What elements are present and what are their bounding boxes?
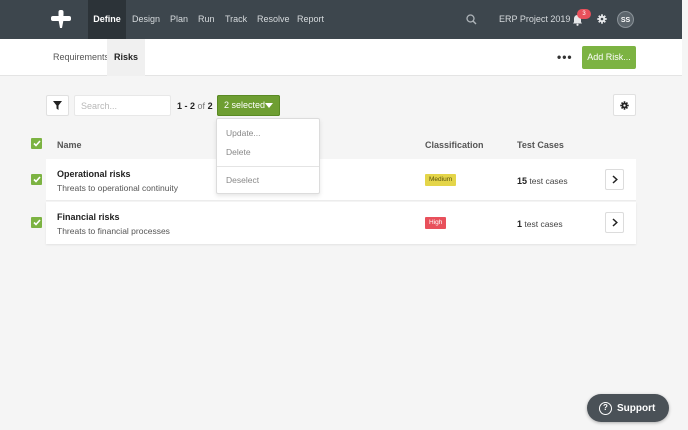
table-settings-button[interactable]	[613, 94, 636, 116]
risk-title[interactable]: Financial risks	[57, 212, 120, 222]
open-row-button[interactable]	[605, 169, 624, 190]
header-name[interactable]: Name	[57, 140, 82, 150]
selected-actions-button[interactable]: 2 selected	[217, 95, 280, 116]
test-cases-label: test cases	[524, 219, 563, 229]
gear-icon	[620, 100, 629, 110]
sub-navigation: Requirements Risks •••	[0, 39, 682, 76]
header-test-cases[interactable]: Test Cases	[517, 140, 564, 150]
menu-item-update[interactable]: Update...	[226, 128, 261, 138]
pager-range: 1 - 2	[177, 101, 196, 111]
help-icon: ?	[599, 401, 612, 415]
classification-badge: Medium	[425, 174, 457, 186]
nav-resolve[interactable]: Resolve	[257, 0, 290, 39]
gear-icon[interactable]	[597, 14, 607, 24]
nav-define[interactable]: Define	[88, 0, 126, 39]
pagination-summary: 1 - 2 of 2	[177, 101, 213, 111]
header-classification[interactable]: Classification	[425, 140, 484, 150]
avatar[interactable]: SS	[617, 11, 634, 28]
nav-report[interactable]: Report	[297, 0, 324, 39]
notification-badge: 3	[577, 9, 591, 19]
tab-risks[interactable]: Risks	[107, 39, 146, 76]
menu-item-deselect[interactable]: Deselect	[226, 175, 259, 185]
search-icon[interactable]	[466, 14, 477, 25]
open-row-button[interactable]	[605, 212, 624, 233]
test-cases-count: 15 test cases	[517, 176, 568, 186]
nav-track[interactable]: Track	[225, 0, 247, 39]
support-button[interactable]: ? Support	[587, 394, 669, 422]
chevron-right-icon	[611, 175, 618, 184]
test-cases-number: 1	[517, 219, 523, 229]
filter-button[interactable]	[46, 95, 69, 116]
more-options-icon[interactable]: •••	[557, 51, 573, 63]
selected-label: 2 selected	[224, 100, 266, 110]
checkmark-icon	[32, 176, 41, 183]
top-navigation-bar: Define Design Plan Run Track Resolve Rep…	[0, 0, 682, 39]
nav-plan[interactable]: Plan	[170, 0, 188, 39]
checkmark-icon	[32, 219, 41, 226]
pager-of: of	[197, 101, 206, 111]
checkmark-icon	[32, 140, 41, 147]
risk-description: Threats to financial processes	[57, 226, 170, 236]
nav-design[interactable]: Design	[132, 0, 160, 39]
row-checkbox[interactable]	[31, 217, 42, 228]
risk-title[interactable]: Operational risks	[57, 169, 131, 179]
selection-actions-menu: Update... Delete Deselect	[216, 118, 320, 194]
tab-requirements[interactable]: Requirements	[46, 39, 116, 76]
chevron-right-icon	[611, 218, 618, 227]
caret-down-icon	[265, 103, 273, 108]
test-cases-count: 1 test cases	[517, 219, 563, 229]
menu-divider	[217, 166, 319, 167]
row-checkbox[interactable]	[31, 174, 42, 185]
app-logo-icon[interactable]	[51, 10, 71, 28]
table-row[interactable]: Operational risks Threats to operational…	[46, 159, 636, 201]
table-row[interactable]: Financial risks Threats to financial pro…	[46, 202, 636, 244]
classification-badge: High	[425, 217, 447, 229]
risk-description: Threats to operational continuity	[57, 183, 178, 193]
test-cases-label: test cases	[529, 176, 568, 186]
search-input[interactable]	[74, 95, 171, 116]
support-label: Support	[617, 402, 656, 414]
project-selector[interactable]: ERP Project 2019	[499, 0, 570, 39]
test-cases-number: 15	[517, 176, 528, 186]
filter-icon	[53, 101, 62, 110]
pager-total: 2	[207, 101, 213, 111]
nav-run[interactable]: Run	[198, 0, 215, 39]
menu-item-delete[interactable]: Delete	[226, 147, 251, 157]
add-risk-button[interactable]: Add Risk...	[582, 46, 636, 69]
select-all-checkbox[interactable]	[31, 138, 42, 149]
